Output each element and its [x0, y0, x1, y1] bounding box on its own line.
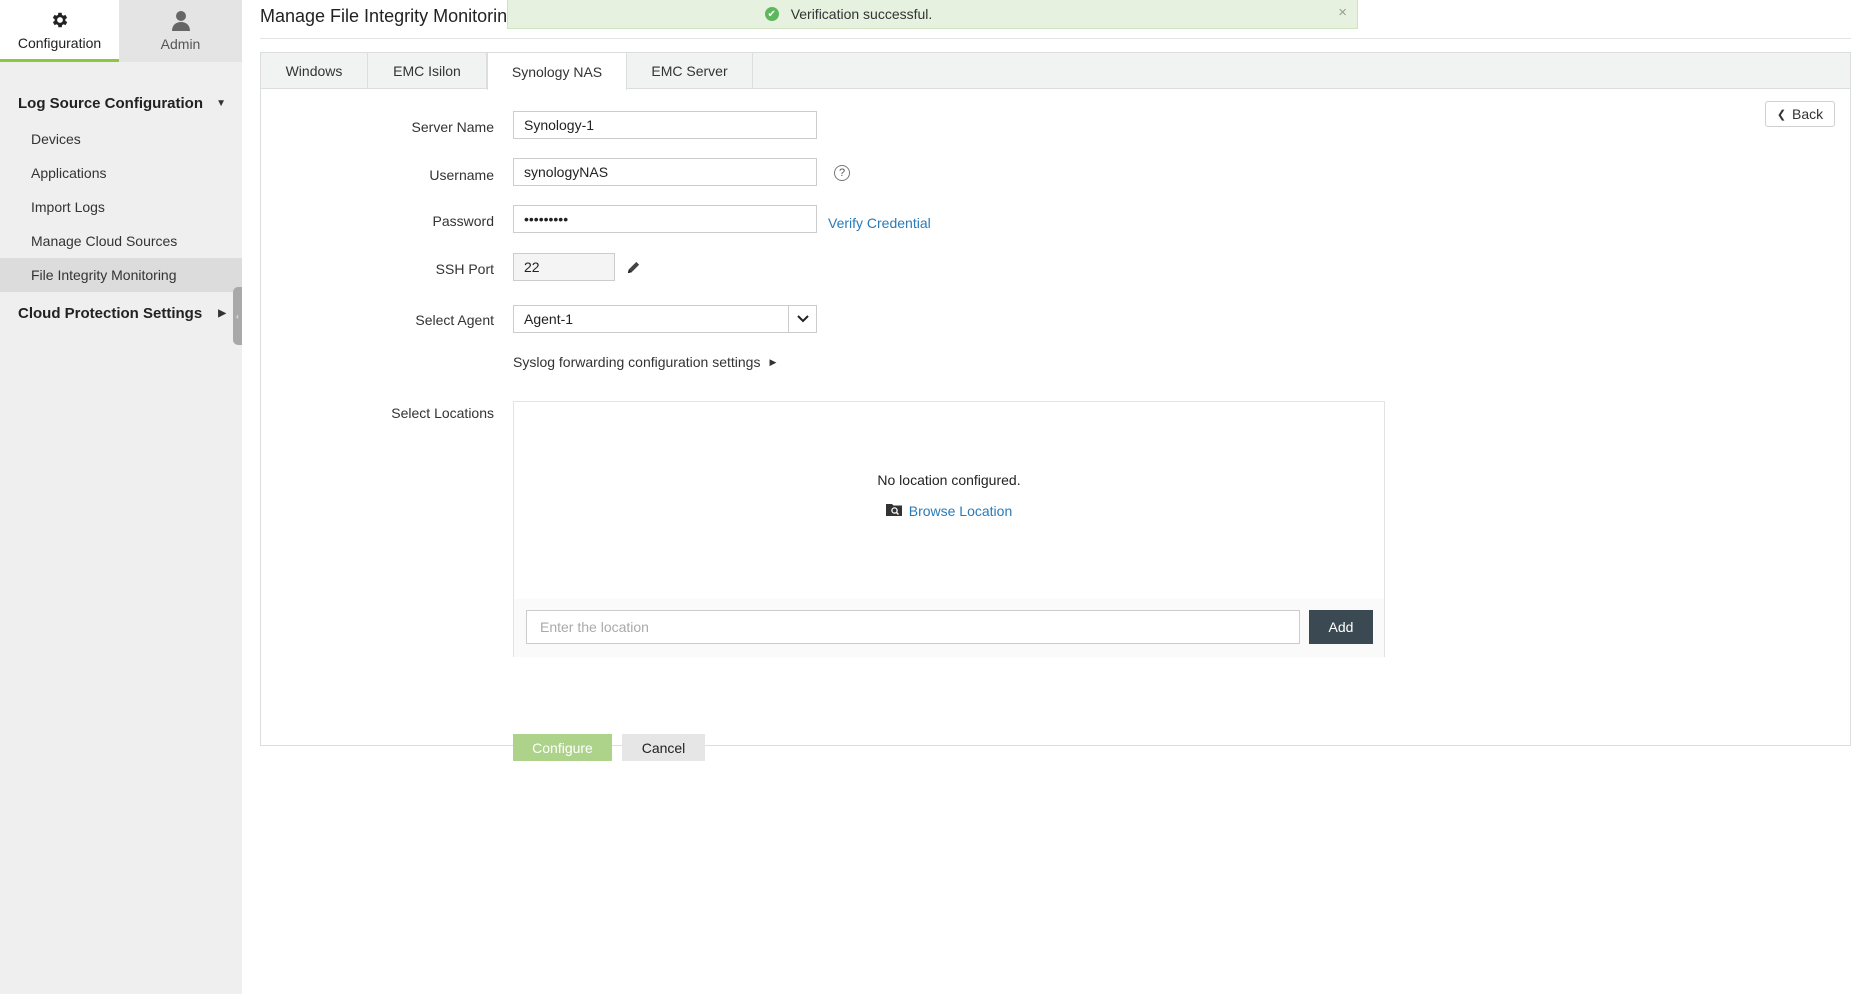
tab-label: EMC Server	[651, 63, 728, 79]
nav-section-cloud-protection-settings[interactable]: Cloud Protection Settings ▶	[0, 294, 242, 332]
sidebar-item-label: Devices	[31, 131, 81, 147]
password-input[interactable]: •••••••••	[513, 205, 817, 233]
password-label: Password	[432, 213, 494, 229]
browse-location-link[interactable]: Browse Location	[514, 503, 1384, 519]
nav-section-log-source-configuration[interactable]: Log Source Configuration ▼	[0, 84, 242, 122]
sidebar-item-label: Applications	[31, 165, 107, 181]
no-location-text: No location configured.	[877, 472, 1021, 488]
locations-box: No location configured. Browse Location …	[513, 401, 1385, 657]
tab-label: Synology NAS	[511, 63, 603, 80]
server-name-input[interactable]: Synology-1	[513, 111, 817, 139]
check-circle-icon: ✔	[764, 7, 779, 21]
caret-down-icon: ▼	[216, 97, 226, 109]
tab-label: Windows	[285, 63, 343, 79]
sidebar-item-manage-cloud-sources[interactable]: Manage Cloud Sources	[0, 224, 242, 258]
tab-admin-label: Admin	[160, 36, 201, 52]
main-panel: Windows EMC Isilon Synology NAS EMC Serv…	[260, 52, 1851, 761]
tab-emc-server[interactable]: EMC Server	[627, 53, 753, 89]
toast-message: Verification successful.	[790, 6, 933, 22]
verify-credential-link[interactable]: Verify Credential	[828, 215, 931, 231]
password-value: •••••••••	[524, 211, 569, 227]
sidebar-collapse-handle[interactable]: ‹	[233, 287, 242, 345]
select-agent-label: Select Agent	[415, 312, 494, 328]
username-input[interactable]: synologyNAS	[513, 158, 817, 186]
tab-admin[interactable]: Admin	[119, 0, 242, 62]
folder-search-icon	[885, 503, 902, 519]
tab-windows[interactable]: Windows	[261, 53, 368, 89]
sidebar-item-import-logs[interactable]: Import Logs	[0, 190, 242, 224]
browse-location-label: Browse Location	[908, 503, 1013, 519]
agent-select-value: Agent-1	[524, 311, 574, 327]
caret-right-icon: ▶	[769, 356, 777, 367]
username-label: Username	[429, 167, 494, 183]
tab-bar: Windows EMC Isilon Synology NAS EMC Serv…	[261, 53, 1850, 90]
chevron-left-icon: ❮	[1776, 108, 1787, 121]
top-tabs: Configuration Admin	[0, 0, 242, 62]
nav-section-label: Cloud Protection Settings	[18, 304, 203, 322]
back-button[interactable]: ❮ Back	[1765, 101, 1835, 127]
tab-synology-nas[interactable]: Synology NAS	[487, 53, 627, 90]
sidebar-item-label: File Integrity Monitoring	[31, 267, 177, 283]
sidebar-item-file-integrity-monitoring[interactable]: File Integrity Monitoring	[0, 258, 242, 292]
sidebar-item-label: Manage Cloud Sources	[31, 233, 178, 249]
username-value: synologyNAS	[524, 164, 609, 180]
location-entry-bar: Add	[514, 599, 1384, 657]
back-label: Back	[1792, 106, 1824, 122]
chevron-down-icon[interactable]	[788, 305, 816, 333]
sidebar: Configuration Admin Log Source Configura…	[0, 0, 242, 994]
tab-configuration[interactable]: Configuration	[0, 0, 119, 62]
syslog-forwarding-toggle[interactable]: Syslog forwarding configuration settings…	[513, 354, 776, 370]
success-toast: ✔ Verification successful. ×	[507, 0, 1358, 29]
configure-button[interactable]: Configure	[513, 734, 612, 761]
page-title: Manage File Integrity Monitorin	[260, 6, 508, 26]
pencil-icon[interactable]	[626, 260, 641, 278]
agent-select[interactable]: Agent-1	[513, 305, 817, 333]
nav-section-label: Log Source Configuration	[18, 94, 203, 112]
gear-icon	[50, 9, 70, 31]
help-icon[interactable]: ?	[834, 165, 850, 181]
ssh-port-label: SSH Port	[435, 261, 494, 277]
syslog-forwarding-label: Syslog forwarding configuration settings	[513, 354, 761, 370]
header-divider	[260, 38, 1851, 39]
sidebar-item-devices[interactable]: Devices	[0, 122, 242, 156]
user-icon	[171, 10, 191, 32]
location-input[interactable]	[526, 610, 1300, 644]
chevron-left-icon: ‹	[236, 311, 239, 321]
ssh-port-input[interactable]: 22	[513, 253, 615, 281]
sidebar-item-applications[interactable]: Applications	[0, 156, 242, 190]
server-name-label: Server Name	[411, 119, 494, 135]
tab-configuration-label: Configuration	[17, 34, 102, 51]
sidebar-item-label: Import Logs	[31, 199, 105, 215]
ssh-port-value: 22	[524, 259, 540, 275]
cancel-button[interactable]: Cancel	[622, 734, 705, 761]
close-icon[interactable]: ×	[1338, 4, 1347, 21]
caret-right-icon: ▶	[218, 307, 226, 319]
select-locations-label: Select Locations	[391, 405, 494, 421]
tab-emc-isilon[interactable]: EMC Isilon	[368, 53, 487, 89]
tab-label: EMC Isilon	[393, 63, 461, 79]
server-name-value: Synology-1	[524, 117, 595, 133]
add-location-button[interactable]: Add	[1309, 610, 1373, 644]
